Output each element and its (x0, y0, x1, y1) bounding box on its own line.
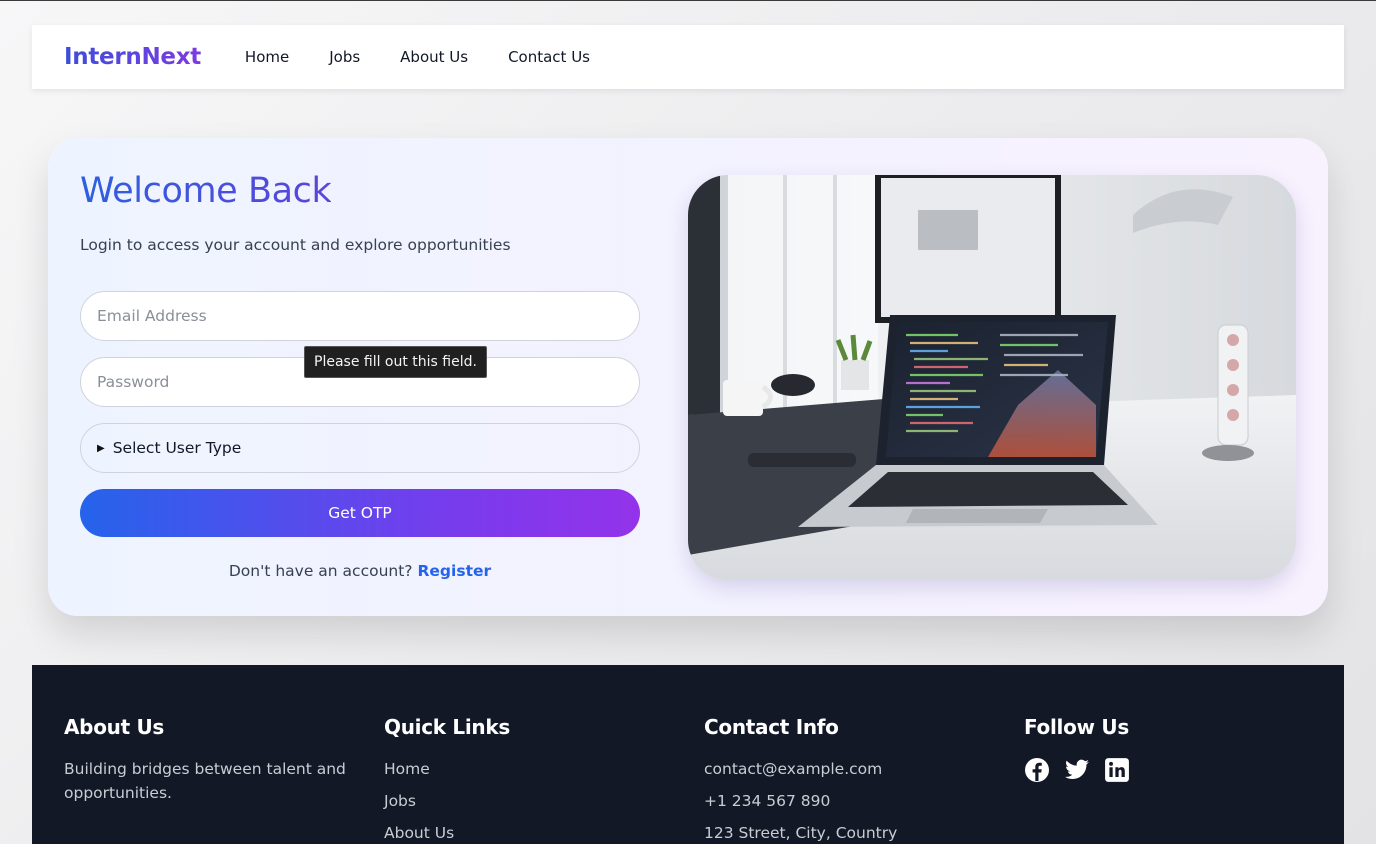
twitter-icon[interactable] (1064, 757, 1090, 783)
login-card: Welcome Back Login to access your accoun… (48, 138, 1328, 616)
footer-about-title: About Us (64, 715, 165, 739)
navbar: InternNext Home Jobs About Us Contact Us (32, 25, 1344, 89)
footer-follow: Follow Us (1024, 715, 1130, 783)
disclosure-triangle-icon: ▶ (97, 442, 105, 454)
nav-link-home[interactable]: Home (245, 48, 289, 66)
nav-link-contact-us[interactable]: Contact Us (508, 48, 590, 66)
footer-link-home[interactable]: Home (384, 757, 510, 781)
register-prompt-text: Don't have an account? (228, 562, 413, 580)
validation-tooltip: Please fill out this field. (304, 346, 487, 378)
nav-link-about-us[interactable]: About Us (400, 48, 468, 66)
footer-follow-title: Follow Us (1024, 715, 1129, 739)
footer-about: About Us Building bridges between talent… (64, 715, 354, 805)
workspace-photo (688, 175, 1296, 580)
contact-address: 123 Street, City, Country (704, 824, 898, 842)
register-prompt: Don't have an account? Register (80, 562, 640, 580)
workspace-illustration (688, 175, 1296, 580)
email-field[interactable] (80, 291, 640, 341)
linkedin-icon[interactable] (1104, 757, 1130, 783)
footer-contact: Contact Info contact@example.com +1 234 … (704, 715, 897, 844)
nav-link-jobs[interactable]: Jobs (329, 48, 360, 66)
register-link[interactable]: Register (417, 562, 491, 580)
user-type-select[interactable]: ▶ Select User Type (80, 423, 640, 473)
login-subtitle: Login to access your account and explore… (80, 236, 511, 254)
logo[interactable]: InternNext (64, 44, 201, 70)
contact-phone: +1 234 567 890 (704, 792, 831, 810)
contact-email: contact@example.com (704, 760, 883, 778)
footer-about-text: Building bridges between talent and oppo… (64, 760, 346, 802)
social-links (1024, 757, 1130, 783)
user-type-label: Select User Type (112, 439, 242, 457)
footer-quick-links: Quick Links Home Jobs About Us (384, 715, 510, 844)
get-otp-button[interactable]: Get OTP (80, 489, 640, 537)
footer-link-about-us[interactable]: About Us (384, 821, 510, 844)
footer-link-jobs[interactable]: Jobs (384, 789, 510, 813)
facebook-icon[interactable] (1024, 757, 1050, 783)
footer-quick-links-title: Quick Links (384, 715, 510, 739)
footer: About Us Building bridges between talent… (32, 665, 1344, 844)
footer-contact-title: Contact Info (704, 715, 839, 739)
page-title: Welcome Back (80, 168, 332, 214)
